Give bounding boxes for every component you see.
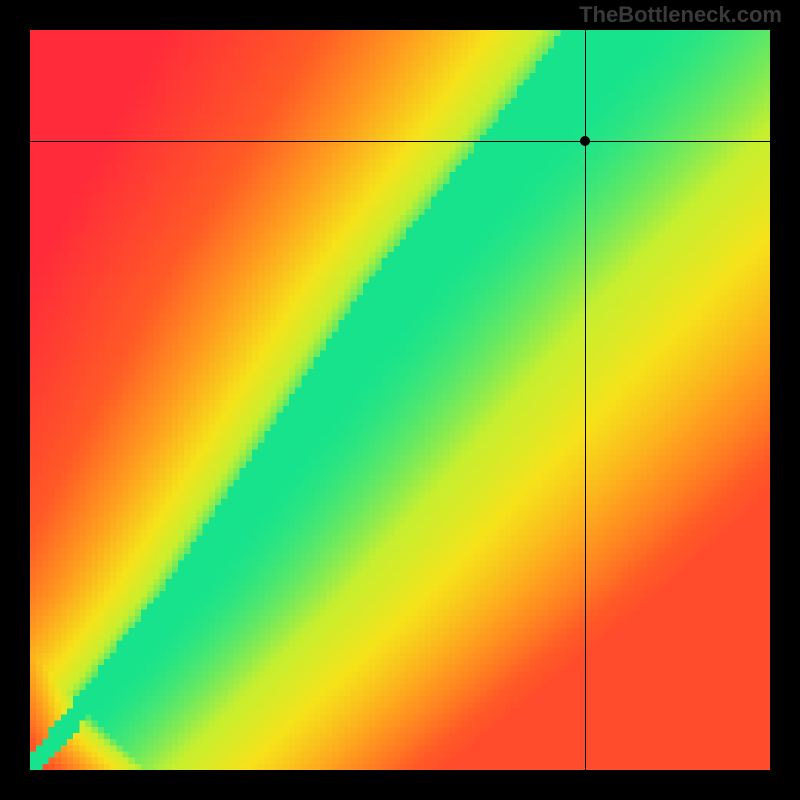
selection-marker [580,136,590,146]
watermark-label: TheBottleneck.com [579,2,782,28]
bottleneck-heatmap [30,30,770,770]
crosshair-horizontal [30,141,770,142]
